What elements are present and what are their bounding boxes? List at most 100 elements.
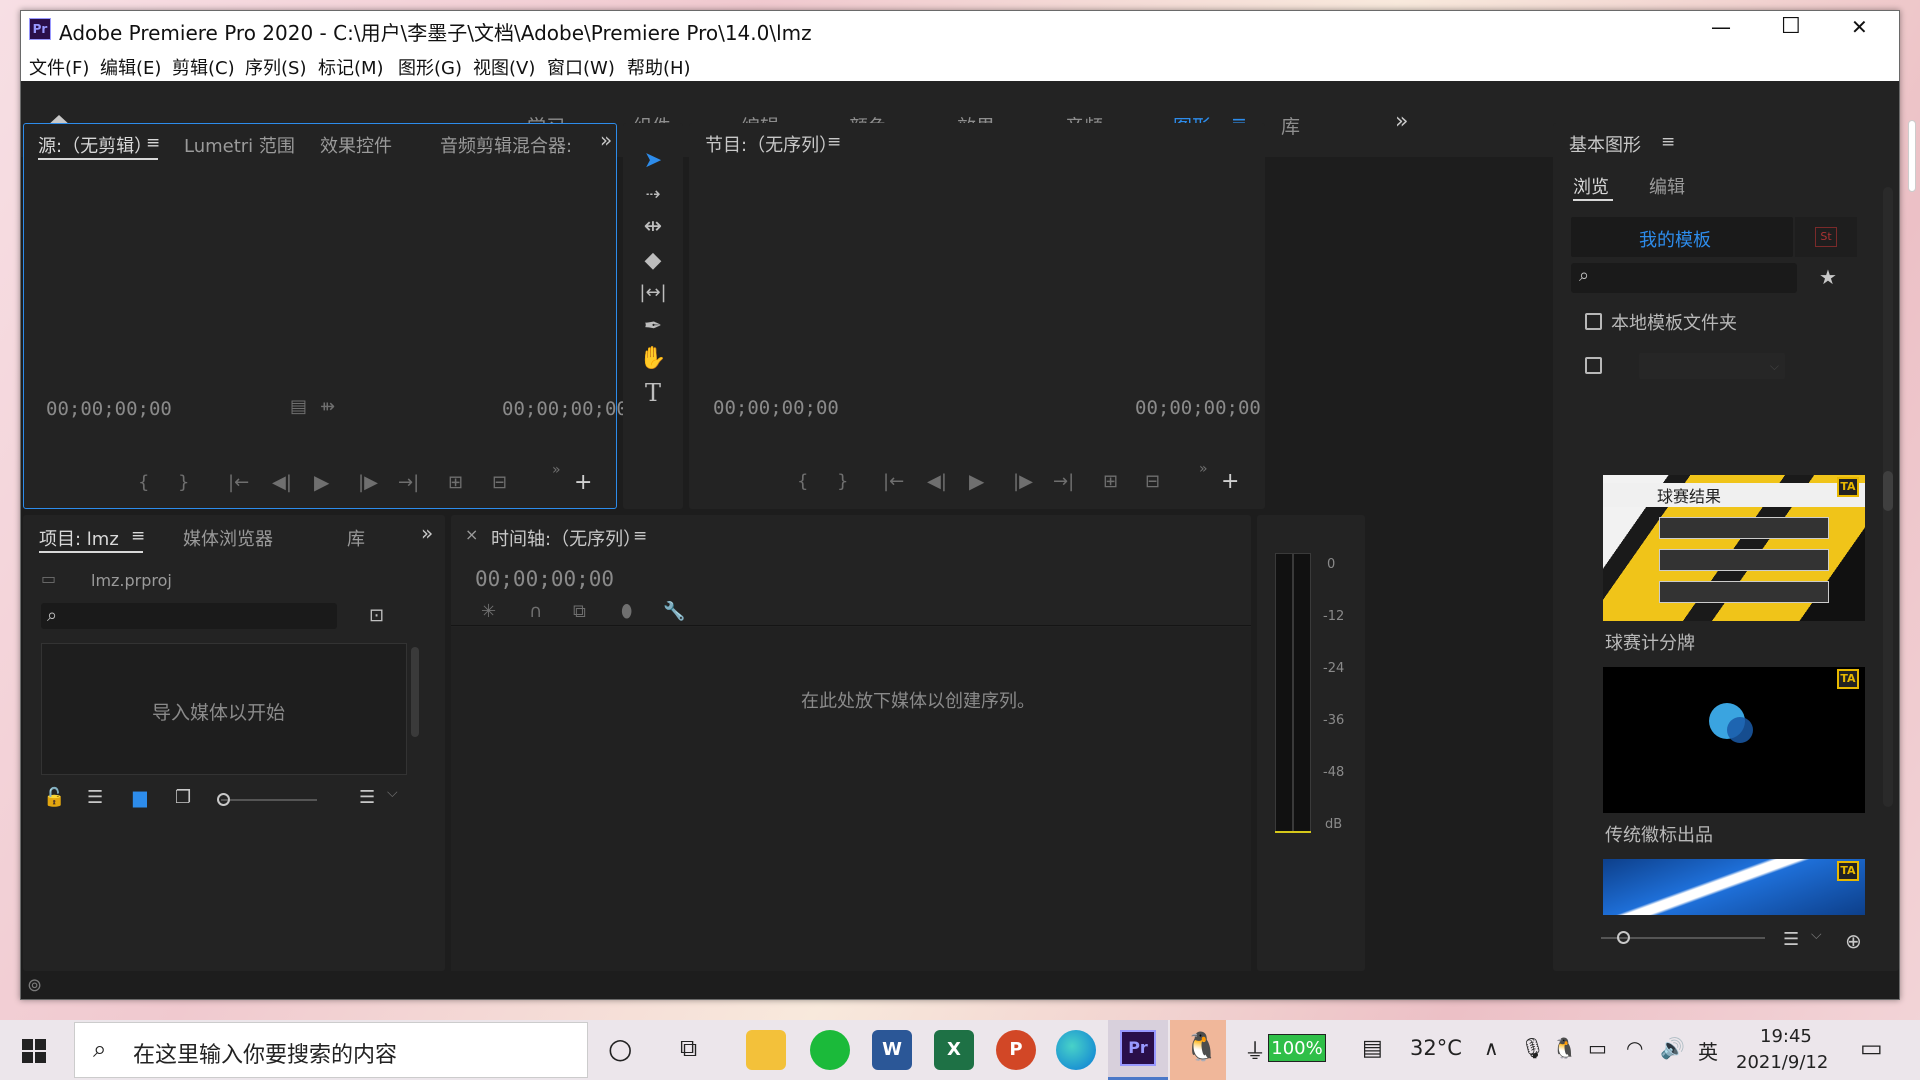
timeline-close-button[interactable]: ×	[465, 525, 478, 544]
premiere-taskbar-button[interactable]: Pr	[1108, 1020, 1168, 1080]
menu-file[interactable]: 文件(F)	[29, 54, 89, 80]
menu-sequence[interactable]: 序列(S)	[245, 54, 306, 80]
add-marker-icon[interactable]: ⬮	[621, 601, 632, 622]
nest-icon[interactable]: ✳	[481, 601, 496, 622]
timeline-menu-icon[interactable]: ≡	[633, 526, 647, 546]
minimize-button[interactable]: —	[1711, 15, 1731, 39]
program-go-to-out-icon[interactable]: →|	[1053, 471, 1074, 492]
mark-out-icon[interactable]: }	[178, 472, 189, 493]
battery-tray-icon[interactable]: ▭	[1588, 1036, 1607, 1060]
volume-icon[interactable]: 🔊	[1660, 1036, 1685, 1060]
folder-dropdown[interactable]: ⌵	[1639, 353, 1785, 379]
close-button[interactable]: ✕	[1851, 15, 1868, 39]
project-drop-area[interactable]: 导入媒体以开始	[41, 643, 407, 775]
wechat-icon[interactable]	[810, 1030, 850, 1070]
freeform-view-icon[interactable]: ❐	[175, 787, 191, 808]
timeline-drop-area[interactable]: 在此处放下媒体以创建序列。	[451, 627, 1251, 971]
template-thumbnail-scoreboard[interactable]: 球赛结果	[1603, 475, 1865, 621]
menu-window[interactable]: 窗口(W)	[547, 54, 615, 80]
new-layer-icon[interactable]: ⊕	[1845, 929, 1862, 953]
program-more-controls-icon[interactable]: »	[1199, 461, 1208, 477]
list-view-icon[interactable]: ☰	[87, 787, 103, 808]
cortana-icon[interactable]: ○	[608, 1032, 632, 1065]
favorites-star-icon[interactable]: ★	[1819, 265, 1837, 289]
tab-lumetri-scopes[interactable]: Lumetri 范围	[184, 132, 295, 158]
type-tool-icon[interactable]: T	[639, 379, 667, 407]
drag-video-icon[interactable]: ▤	[290, 396, 307, 417]
tab-media-browser[interactable]: 媒体浏览器	[183, 525, 273, 551]
drag-audio-icon[interactable]: ⇻	[320, 396, 335, 417]
sort-dropdown-icon[interactable]: ⌵	[387, 785, 398, 801]
template-thumbnail-logo[interactable]	[1603, 667, 1865, 813]
excel-icon[interactable]: X	[934, 1030, 974, 1070]
hand-tool-icon[interactable]: ✋	[639, 345, 667, 373]
find-icon[interactable]: ⊡	[369, 605, 384, 626]
my-templates-button[interactable]: 我的模板	[1571, 217, 1793, 257]
program-mark-out-icon[interactable]: }	[837, 471, 848, 492]
menu-marker[interactable]: 标记(M)	[318, 54, 384, 80]
linked-selection-icon[interactable]: ⧉	[573, 601, 586, 622]
source-more-controls-icon[interactable]: »	[552, 462, 561, 478]
ime-indicator[interactable]: 英	[1698, 1036, 1718, 1065]
eg-tab-browse[interactable]: 浏览	[1573, 173, 1609, 199]
microphone-icon[interactable]: 🎙	[1520, 1036, 1545, 1060]
local-templates-checkbox[interactable]	[1585, 313, 1602, 330]
razor-tool-icon[interactable]: ◆	[639, 247, 667, 275]
selection-tool-icon[interactable]: ➤	[639, 147, 667, 175]
overwrite-icon[interactable]: ⊟	[492, 472, 507, 493]
track-select-tool-icon[interactable]: ⇢	[639, 181, 667, 209]
template-thumbnail-third[interactable]	[1603, 859, 1865, 915]
program-menu-icon[interactable]: ≡	[827, 132, 841, 152]
menu-clip[interactable]: 剪辑(C)	[172, 54, 235, 80]
lift-icon[interactable]: ⊞	[1103, 471, 1118, 492]
program-mark-in-icon[interactable]: {	[797, 471, 808, 492]
show-hidden-icons[interactable]: ∧	[1484, 1036, 1499, 1060]
program-go-to-in-icon[interactable]: |←	[883, 471, 904, 492]
qq-tray-icon[interactable]: 🐧	[1552, 1036, 1577, 1060]
pen-tool-icon[interactable]: ✒	[639, 313, 667, 341]
eg-scrollbar-thumb[interactable]	[1883, 471, 1893, 511]
add-button-icon[interactable]: +	[574, 470, 592, 495]
program-timecode-in[interactable]: 00;00;00;00	[713, 397, 839, 419]
menu-graphics[interactable]: 图形(G)	[398, 54, 462, 80]
source-more-button[interactable]: »	[600, 128, 612, 152]
snap-icon[interactable]: ∩	[529, 601, 542, 622]
clock-date[interactable]: 2021/9/12	[1736, 1052, 1828, 1073]
tab-libraries[interactable]: 库	[347, 525, 365, 551]
essential-graphics-menu-icon[interactable]: ≡	[1661, 132, 1675, 152]
eg-sort-icon[interactable]: ☰	[1783, 929, 1799, 950]
icon-view-icon[interactable]: ▆	[133, 787, 147, 808]
temperature[interactable]: 32°C	[1410, 1036, 1462, 1060]
program-play-icon[interactable]: ▶	[969, 469, 984, 493]
timeline-title[interactable]: 时间轴:（无序列）	[491, 525, 641, 551]
lock-icon[interactable]: 🔓	[43, 787, 65, 808]
timeline-timecode[interactable]: 00;00;00;00	[475, 567, 614, 591]
source-timecode-in[interactable]: 00;00;00;00	[46, 398, 172, 420]
zoom-slider-handle[interactable]	[217, 793, 230, 806]
creative-cloud-sync-icon[interactable]: ⊚	[27, 975, 42, 996]
play-icon[interactable]: ▶	[314, 470, 329, 494]
extract-icon[interactable]: ⊟	[1145, 471, 1160, 492]
workspace-tab-libraries[interactable]: 库	[1281, 112, 1300, 139]
qq-taskbar-button[interactable]: 🐧	[1170, 1020, 1226, 1080]
file-explorer-icon[interactable]	[746, 1030, 786, 1070]
go-to-out-icon[interactable]: →|	[398, 472, 419, 493]
program-step-forward-icon[interactable]: |▶	[1013, 471, 1033, 492]
step-back-icon[interactable]: ◀|	[272, 472, 292, 493]
weather-icon[interactable]: ▤	[1362, 1036, 1383, 1061]
battery-widget[interactable]: ⏚ 100%	[1244, 1032, 1330, 1066]
project-menu-icon[interactable]: ≡	[131, 526, 145, 546]
mark-in-icon[interactable]: {	[138, 472, 149, 493]
program-step-back-icon[interactable]: ◀|	[927, 471, 947, 492]
project-scrollbar[interactable]	[411, 647, 419, 737]
menu-edit[interactable]: 编辑(E)	[100, 54, 161, 80]
workspace-more-button[interactable]: »	[1395, 109, 1408, 134]
sort-icon[interactable]: ☰	[359, 787, 375, 808]
insert-icon[interactable]: ⊞	[448, 472, 463, 493]
folder-checkbox[interactable]	[1585, 357, 1602, 374]
eg-search-input[interactable]	[1571, 263, 1797, 293]
desktop-scrollbar[interactable]	[1908, 120, 1916, 192]
slip-tool-icon[interactable]: |↔|	[639, 279, 667, 307]
essential-graphics-title[interactable]: 基本图形	[1569, 131, 1641, 157]
eg-scrollbar[interactable]	[1883, 187, 1893, 807]
